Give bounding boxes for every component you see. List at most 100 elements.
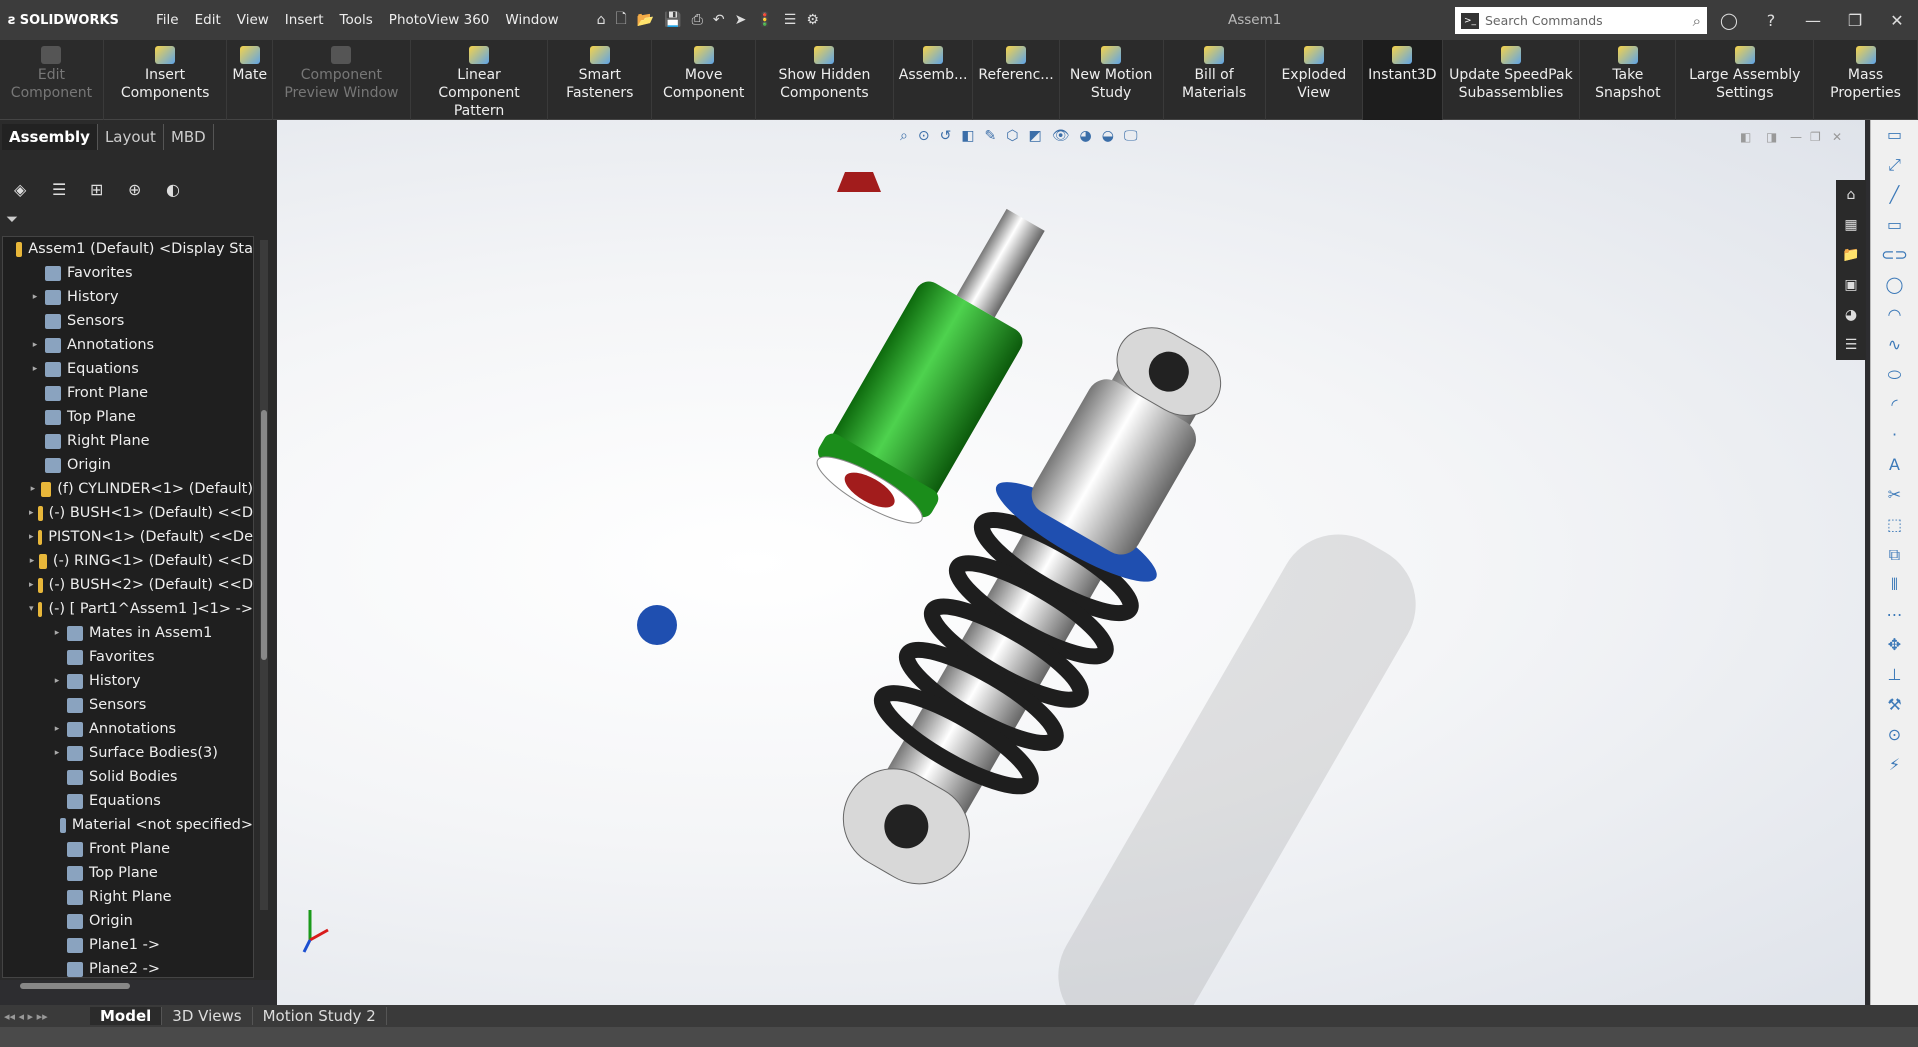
repair-sketch-icon[interactable]: ⚒ [1871, 690, 1918, 720]
exploded-view-button[interactable]: Exploded View [1266, 40, 1364, 120]
move-component-button[interactable]: Move Component [652, 40, 757, 120]
open-icon[interactable]: 📂 [637, 12, 654, 28]
tree-node[interactable]: Origin [3, 909, 253, 933]
tab-3d-views[interactable]: 3D Views [162, 1007, 253, 1025]
app-logo[interactable]: ƨ SOLIDWORKS [8, 13, 148, 28]
viewport-close-icon[interactable]: ✕ [1832, 130, 1842, 144]
menu-edit[interactable]: Edit [187, 12, 229, 28]
tab-model[interactable]: Model [90, 1007, 163, 1025]
slot-icon[interactable]: ⊂⊃ [1871, 240, 1918, 270]
expand-arrow-icon[interactable]: ▸ [51, 724, 63, 734]
tree-node[interactable]: Origin [3, 453, 253, 477]
tree-node[interactable]: Assem1 (Default) <Display Sta [3, 237, 253, 261]
new-motion-study-button[interactable]: New Motion Study [1060, 40, 1164, 120]
new-document-icon[interactable]: 🗋 [616, 8, 627, 32]
tree-node[interactable]: ▸ History [3, 669, 253, 693]
move-entities-icon[interactable]: ✥ [1871, 630, 1918, 660]
sketch-icon[interactable]: ▭ [1871, 120, 1918, 150]
tab-motion-study-2[interactable]: Motion Study 2 [253, 1007, 387, 1025]
tree-node[interactable]: Equations [3, 789, 253, 813]
tree-horizontal-scrollbar[interactable] [20, 983, 130, 989]
apply-scene-icon[interactable]: ◒ [1102, 128, 1114, 144]
display-manager-icon[interactable]: ◐ [166, 180, 186, 199]
ellipse-icon[interactable]: ⬭ [1871, 360, 1918, 390]
graphics-area[interactable] [277, 120, 1865, 1005]
point-icon[interactable]: · [1871, 420, 1918, 450]
tree-node[interactable]: ▸ Annotations [3, 333, 253, 357]
offset-icon[interactable]: ⧉ [1871, 540, 1918, 570]
tree-node[interactable]: Sensors [3, 693, 253, 717]
tree-node[interactable]: Front Plane [3, 837, 253, 861]
tree-node[interactable]: ▸ (f) CYLINDER<1> (Default) [3, 477, 253, 501]
expand-arrow-icon[interactable]: ▸ [51, 748, 63, 758]
scroll-thumb[interactable] [261, 410, 267, 660]
previous-view-icon[interactable]: ↺ [940, 128, 952, 144]
smart-fasteners-button[interactable]: Smart Fasteners [548, 40, 653, 120]
linear-component-pattern-button[interactable]: Linear Component Pattern [411, 40, 549, 120]
help-icon[interactable]: ? [1750, 11, 1792, 30]
expand-arrow-icon[interactable]: ▸ [51, 676, 63, 686]
menu-view[interactable]: View [229, 12, 277, 28]
tree-node[interactable]: Favorites [3, 261, 253, 285]
minimize-icon[interactable]: — [1792, 11, 1834, 30]
menu-window[interactable]: Window [497, 12, 566, 28]
tree-node[interactable]: Top Plane [3, 861, 253, 885]
expand-arrow-icon[interactable]: ▸ [29, 580, 34, 590]
save-icon[interactable]: 💾 [664, 12, 681, 28]
show-hidden-components-button[interactable]: Show Hidden Components [756, 40, 894, 120]
hide-show-icon[interactable]: 👁 [1052, 128, 1070, 144]
solidworks-resources-icon[interactable]: ⌂ [1836, 180, 1866, 210]
tab-layout[interactable]: Layout [98, 124, 164, 150]
viewport-restore-icon[interactable]: ❐ [1810, 130, 1821, 144]
expand-arrow-icon[interactable]: ▾ [29, 604, 34, 614]
text-icon[interactable]: A [1871, 450, 1918, 480]
menu-file[interactable]: File [148, 12, 187, 28]
tree-node[interactable]: Plane2 -> [3, 957, 253, 977]
split-view-icon[interactable]: ◧ [1740, 130, 1751, 144]
expand-arrow-icon[interactable]: ▸ [29, 508, 34, 518]
tab-scroll-arrows-icon[interactable]: ◂◂ ◂ ▸ ▸▸ [0, 1010, 90, 1023]
rapid-sketch-icon[interactable]: ⚡ [1871, 750, 1918, 780]
smart-dimension-icon[interactable]: ⤢ [1871, 150, 1918, 180]
fillet-icon[interactable]: ◜ [1871, 390, 1918, 420]
options-icon[interactable]: ⚙ [806, 12, 819, 28]
section-view-icon[interactable]: ◧ [961, 128, 974, 144]
expand-arrow-icon[interactable]: ▸ [29, 364, 41, 374]
search-icon[interactable]: ⌕ [1693, 12, 1701, 30]
menu-photoview-360[interactable]: PhotoView 360 [381, 12, 498, 28]
edit-component-button[interactable]: Edit Component [0, 40, 104, 120]
spline-icon[interactable]: ∿ [1871, 330, 1918, 360]
tree-node[interactable]: Material <not specified> [3, 813, 253, 837]
file-explorer-icon[interactable]: 📁 [1836, 240, 1866, 270]
line-icon[interactable]: ╱ [1871, 180, 1918, 210]
expand-arrow-icon[interactable]: ▸ [29, 556, 35, 566]
tree-node[interactable]: Right Plane [3, 885, 253, 909]
arc-icon[interactable]: ◠ [1871, 300, 1918, 330]
referenc-button[interactable]: Referenc... [973, 40, 1060, 120]
insert-components-button[interactable]: Insert Components [104, 40, 228, 120]
file-properties-icon[interactable]: ☰ [784, 12, 797, 28]
tree-node[interactable]: ▸ (-) RING<1> (Default) <<D [3, 549, 253, 573]
tree-node[interactable]: ▸ (-) BUSH<1> (Default) <<D [3, 501, 253, 525]
rectangle-icon[interactable]: ▭ [1871, 210, 1918, 240]
bill-of-materials-button[interactable]: Bill of Materials [1164, 40, 1266, 120]
tab-assembly[interactable]: Assembly [2, 124, 98, 150]
appearances-icon[interactable]: ◕ [1836, 300, 1866, 330]
tree-node[interactable]: ▸ Annotations [3, 717, 253, 741]
tree-node[interactable]: ▸ Equations [3, 357, 253, 381]
expand-arrow-icon[interactable]: ▸ [29, 340, 41, 350]
large-assembly-settings-button[interactable]: Large Assembly Settings [1676, 40, 1815, 120]
menu-insert[interactable]: Insert [277, 12, 332, 28]
convert-entities-icon[interactable]: ⬚ [1871, 510, 1918, 540]
view-palette-icon[interactable]: ▣ [1836, 270, 1866, 300]
configuration-manager-icon[interactable]: ⊞ [90, 180, 110, 199]
tree-node[interactable]: Solid Bodies [3, 765, 253, 789]
dynamic-annotation-icon[interactable]: ✎ [985, 128, 997, 144]
design-library-icon[interactable]: ▦ [1836, 210, 1866, 240]
feature-manager-icon[interactable]: ◈ [14, 180, 34, 199]
rebuild-icon[interactable]: 🚦 [756, 12, 773, 28]
filter-icon[interactable]: ⏷ [6, 210, 18, 228]
expand-arrow-icon[interactable]: ▸ [51, 628, 63, 638]
mirror-icon[interactable]: ⫴ [1871, 570, 1918, 600]
tree-node[interactable]: ▸ PISTON<1> (Default) <<De [3, 525, 253, 549]
